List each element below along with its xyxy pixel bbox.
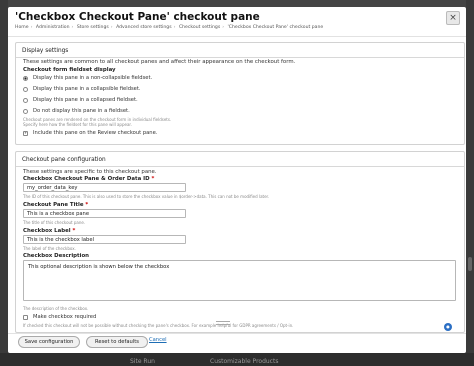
page-scrollbar[interactable] (468, 257, 472, 271)
chat-icon[interactable]: ● (444, 323, 452, 331)
checkbox-label: Make checkbox required (33, 314, 97, 320)
textarea-value: This optional description is shown below… (28, 264, 170, 270)
field-description: The ID of this checkout pane. This is al… (23, 194, 270, 199)
checkbox-unchecked[interactable] (23, 314, 28, 320)
divider (16, 57, 464, 58)
radio-button[interactable] (23, 75, 28, 81)
field-label: Checkout form fieldset display (23, 67, 116, 73)
fieldset-intro: These settings are common to all checkou… (23, 59, 296, 65)
review-pane-checkbox-row[interactable]: ✓ Include this pane on the Review checko… (23, 129, 157, 137)
divider (16, 166, 464, 167)
background-right (466, 0, 474, 366)
fieldset-legend: Display settings (22, 48, 69, 54)
field-label: Checkbox Label * (23, 228, 76, 234)
breadcrumb-link-checkout-settings[interactable]: Checkout settings (179, 25, 220, 30)
reset-to-defaults-button[interactable]: Reset to defaults (86, 336, 148, 348)
radio-button[interactable] (23, 86, 28, 92)
checkbox-checked[interactable]: ✓ (23, 130, 28, 136)
close-icon[interactable]: × (446, 11, 460, 25)
divider (8, 333, 466, 334)
page-title: 'Checkbox Checkout Pane' checkout pane (15, 11, 260, 23)
breadcrumb-link-administration[interactable]: Administration (36, 25, 70, 30)
radio-option-non-collapsible[interactable]: Display this pane in a non-collapsible f… (23, 74, 152, 82)
save-configuration-button[interactable]: Save configuration (18, 336, 80, 348)
dialog-content: Display settings These settings are comm… (8, 37, 466, 333)
textarea-resize-grip[interactable] (216, 321, 230, 325)
fieldset-legend: Checkout pane configuration (22, 157, 106, 163)
pane-title-input[interactable] (23, 209, 186, 218)
fieldset-intro: These settings are specific to this chec… (23, 169, 157, 175)
breadcrumb-link-advanced-settings[interactable]: Advanced store settings (116, 25, 172, 30)
breadcrumb-link-store-settings[interactable]: Store settings (77, 25, 109, 30)
field-label: Checkbox Checkout Pane & Order Data ID * (23, 176, 155, 182)
display-settings-fieldset: Display settings These settings are comm… (15, 42, 465, 145)
required-checkbox-row[interactable]: Make checkbox required (23, 313, 96, 321)
background-left (0, 0, 8, 366)
checkbox-description-textarea[interactable]: This optional description is shown below… (23, 260, 456, 301)
cancel-link[interactable]: Cancel (149, 337, 167, 343)
background-tab: Customizable Products (210, 358, 279, 365)
background-tab: Site Run (130, 358, 155, 365)
checkbox-label-input[interactable] (23, 235, 186, 244)
field-description: Specify here how the fieldset for this p… (23, 122, 132, 127)
radio-label: Display this pane in a collapsible field… (33, 86, 141, 92)
field-label: Checkout Pane Title * (23, 202, 89, 208)
field-description: If checked this checkout will not be pos… (23, 323, 294, 328)
breadcrumb: Home › Administration › Store settings › Ad… (15, 25, 324, 30)
radio-option-collapsible[interactable]: Display this pane in a collapsible field… (23, 85, 141, 93)
checkout-pane-dialog: 'Checkbox Checkout Pane' checkout pane ×… (8, 7, 466, 353)
breadcrumb-link-home[interactable]: Home (15, 25, 29, 30)
pane-id-input[interactable] (23, 183, 186, 192)
field-description: The label of the checkbox. (23, 246, 76, 251)
radio-option-no-fieldset[interactable]: Do not display this pane in a fieldset. (23, 107, 130, 115)
field-description: The title of this checkout pane. (23, 220, 86, 225)
radio-label: Do not display this pane in a fieldset. (33, 108, 130, 114)
radio-button[interactable] (23, 97, 28, 103)
checkbox-label: Include this pane on the Review checkout… (33, 130, 158, 136)
field-description: The description of the checkbox. (23, 306, 89, 311)
radio-label: Display this pane in a collapsed fieldse… (33, 97, 138, 103)
radio-button[interactable] (23, 108, 28, 114)
field-label: Checkbox Description (23, 253, 90, 259)
pane-configuration-fieldset: Checkout pane configuration These settin… (15, 151, 465, 333)
radio-label: Display this pane in a non-collapsible f… (33, 75, 153, 81)
radio-option-collapsed[interactable]: Display this pane in a collapsed fieldse… (23, 96, 138, 104)
breadcrumb-current: 'Checkbox Checkout Pane' checkout pane (227, 25, 324, 30)
